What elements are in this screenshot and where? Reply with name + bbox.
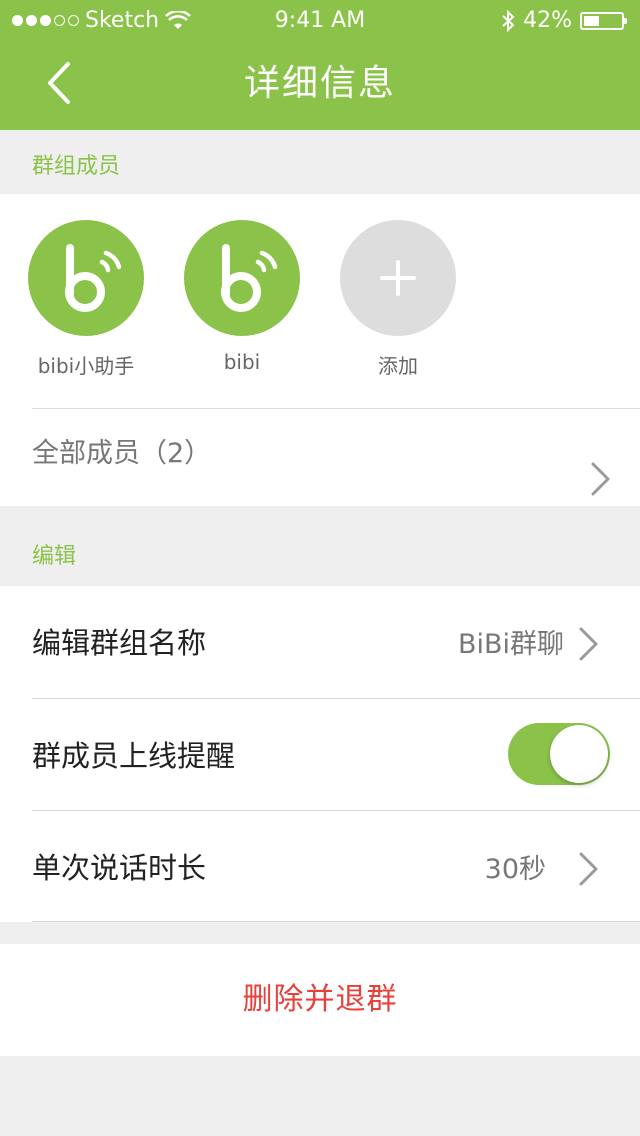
online-reminder-row: 群成员上线提醒 [0, 699, 640, 810]
avatar [184, 220, 300, 336]
chevron-right-icon [591, 462, 610, 496]
member-name: bibi [223, 350, 261, 374]
status-bar: Sketch 9:41 AM 42% [0, 0, 640, 40]
talk-duration-label: 单次说话时长 [32, 851, 207, 885]
bluetooth-icon [502, 9, 515, 32]
member-name: bibi小助手 [37, 354, 135, 378]
header-bar: Sketch 9:41 AM 42% 详细信息 [0, 0, 640, 130]
page-title: 详细信息 [243, 63, 396, 104]
all-members-label: 全部成员（2） [32, 438, 212, 469]
member-item[interactable]: bibi小助手 [21, 220, 151, 379]
plus-icon [380, 260, 416, 296]
edit-card: 编辑群组名称 BiBi群聊 群成员上线提醒 单次说话时长 30秒 [0, 586, 640, 922]
group-name-row[interactable]: 编辑群组名称 BiBi群聊 [0, 586, 640, 698]
edit-section-title: 编辑 [32, 544, 77, 569]
online-reminder-label: 群成员上线提醒 [32, 739, 236, 773]
online-reminder-toggle[interactable] [508, 723, 610, 785]
toggle-knob [550, 725, 608, 783]
members-section-title: 群组成员 [32, 154, 121, 179]
divider [32, 921, 640, 922]
delete-and-leave-button[interactable]: 删除并退群 [0, 944, 640, 1056]
group-name-value: BiBi群聊 [457, 629, 564, 660]
bibi-logo-icon [65, 244, 122, 312]
group-name-label: 编辑群组名称 [32, 626, 207, 660]
battery-icon [580, 11, 627, 30]
add-avatar [340, 220, 456, 336]
bibi-logo-icon [221, 244, 278, 312]
status-right: 42% [501, 8, 627, 33]
members-card: bibi小助手 bibi 添加 全部成员（2） [0, 194, 640, 506]
add-member-button[interactable]: 添加 [333, 220, 463, 379]
add-member-label: 添加 [378, 354, 418, 378]
avatar [28, 220, 144, 336]
talk-duration-value: 30秒 [484, 854, 546, 885]
chevron-right-icon [579, 627, 598, 661]
chevron-right-icon [579, 852, 598, 886]
all-members-row[interactable]: 全部成员（2） [0, 409, 640, 506]
nav-bar: 详细信息 [0, 40, 640, 130]
battery-percent: 42% [523, 8, 572, 33]
talk-duration-row[interactable]: 单次说话时长 30秒 [0, 811, 640, 922]
member-item[interactable]: bibi [177, 220, 307, 374]
